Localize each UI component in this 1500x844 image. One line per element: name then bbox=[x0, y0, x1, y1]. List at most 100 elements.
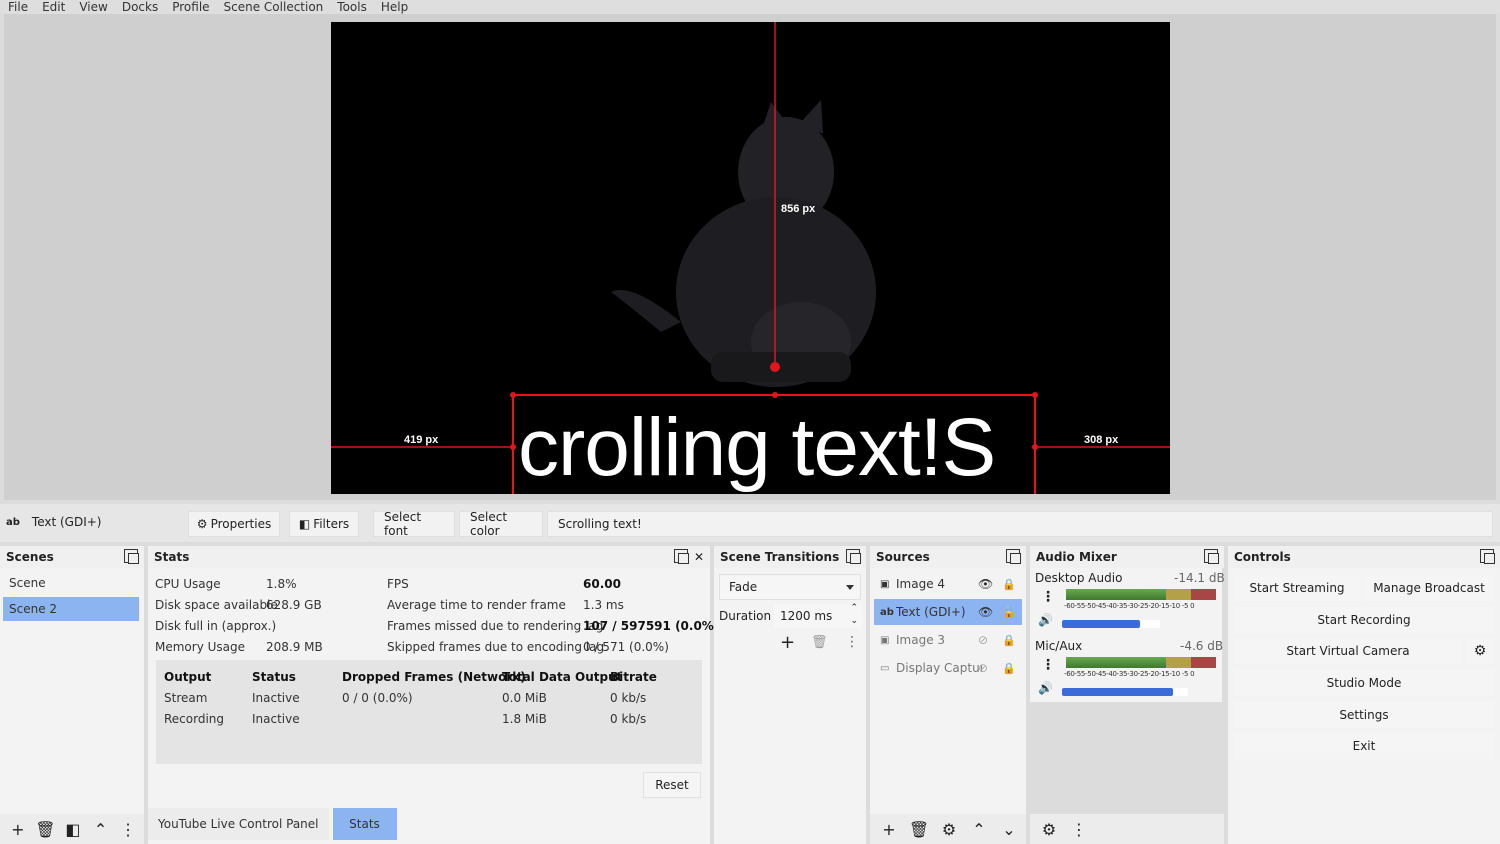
add-icon[interactable]: + bbox=[876, 817, 902, 841]
close-icon[interactable]: ✕ bbox=[694, 546, 704, 568]
more-icon[interactable]: ⋮ bbox=[116, 817, 140, 841]
menu-docks[interactable]: Docks bbox=[122, 0, 158, 14]
scenes-dock: Scenes Scene + 🗑 ◧ ⌃ ⋮ bbox=[0, 546, 144, 844]
eye-icon[interactable]: 👁 bbox=[978, 605, 993, 619]
settings-button[interactable]: Settings bbox=[1234, 702, 1494, 728]
menu-scene-collection[interactable]: Scene Collection bbox=[224, 0, 324, 14]
memory-value: 208.9 MB bbox=[266, 640, 323, 654]
tab-stats[interactable]: Stats bbox=[332, 808, 397, 840]
disk-value: 628.9 GB bbox=[266, 598, 322, 612]
level-meter bbox=[1066, 657, 1216, 668]
skipped-label: Skipped frames due to encoding lag bbox=[387, 640, 605, 654]
start-streaming-button[interactable]: Start Streaming bbox=[1234, 575, 1360, 601]
lock-icon[interactable]: 🔒 bbox=[1002, 578, 1016, 591]
menu-edit[interactable]: Edit bbox=[42, 0, 65, 14]
source-item[interactable]: ▣ Image 4 👁 🔒 bbox=[874, 571, 1022, 597]
undock-icon[interactable] bbox=[674, 549, 689, 564]
chevron-up-icon[interactable]: ⌃ bbox=[89, 817, 113, 841]
undock-icon[interactable] bbox=[1204, 549, 1219, 564]
text-input[interactable]: Scrolling text! bbox=[547, 511, 1493, 537]
menu-profile[interactable]: Profile bbox=[172, 0, 209, 14]
lock-icon[interactable]: 🔒 bbox=[1002, 606, 1016, 619]
menu-view[interactable]: View bbox=[79, 0, 107, 14]
properties-button[interactable]: ⚙ Properties bbox=[188, 511, 280, 537]
source-item[interactable]: ▣ Image 3 ⊘ 🔒 bbox=[874, 627, 1022, 653]
exit-button[interactable]: Exit bbox=[1234, 733, 1494, 759]
manage-broadcast-button[interactable]: Manage Broadcast bbox=[1364, 575, 1494, 601]
filters-button[interactable]: ◧ Filters bbox=[289, 511, 359, 537]
memory-label: Memory Usage bbox=[155, 640, 246, 654]
gears-icon[interactable]: ⚙ bbox=[1036, 817, 1062, 841]
duration-input[interactable]: 1200 ms ⌃ ⌄ bbox=[774, 602, 862, 628]
scrolling-text-source[interactable]: crolling text!S bbox=[518, 400, 1038, 494]
select-font-button[interactable]: Select font bbox=[373, 510, 455, 538]
add-icon[interactable]: + bbox=[6, 817, 30, 841]
trash-icon[interactable]: 🗑 bbox=[811, 635, 828, 650]
more-icon[interactable]: ⋮ bbox=[1041, 589, 1055, 605]
eye-icon[interactable]: 👁 bbox=[978, 577, 993, 591]
menu-bar: File Edit View Docks Profile Scene Colle… bbox=[0, 0, 1500, 14]
volume-slider[interactable] bbox=[1062, 688, 1188, 696]
spinner-icon[interactable]: ⌃ ⌄ bbox=[850, 602, 858, 628]
sources-footer: + 🗑 ⚙ ⌃ ⌄ bbox=[870, 814, 1026, 844]
preview-canvas[interactable]: crolling text!S 856 px 419 px 308 px bbox=[331, 22, 1170, 494]
audio-footer: ⚙ ⋮ bbox=[1030, 814, 1224, 844]
tab-youtube-live-control-panel[interactable]: YouTube Live Control Panel bbox=[148, 808, 329, 840]
reset-button[interactable]: Reset bbox=[643, 772, 701, 798]
eye-hidden-icon[interactable]: ⊘ bbox=[978, 661, 988, 675]
dropped-header: Dropped Frames (Network) bbox=[342, 670, 526, 684]
more-icon[interactable]: ⋮ bbox=[1066, 817, 1092, 841]
bitrate-header: Bitrate bbox=[610, 670, 657, 684]
lock-icon[interactable]: 🔒 bbox=[1002, 662, 1016, 675]
missed-value: 107 / 597591 (0.0%) bbox=[583, 619, 720, 633]
undock-icon[interactable] bbox=[1480, 549, 1495, 564]
undock-icon[interactable] bbox=[1006, 549, 1021, 564]
selected-source: ab Text (GDI+) bbox=[6, 515, 102, 529]
lock-icon[interactable]: 🔒 bbox=[1002, 634, 1016, 647]
source-name: Display Captur bbox=[896, 661, 982, 675]
trash-icon[interactable]: 🗑 bbox=[906, 817, 932, 841]
sources-title-text: Sources bbox=[876, 550, 930, 564]
more-icon[interactable]: ⋮ bbox=[845, 634, 859, 650]
table-cell: 0 kb/s bbox=[610, 691, 647, 705]
eye-hidden-icon[interactable]: ⊘ bbox=[978, 633, 988, 647]
volume-slider[interactable] bbox=[1062, 620, 1160, 628]
text-icon: ab bbox=[880, 606, 894, 618]
more-icon[interactable]: ⋮ bbox=[1041, 657, 1055, 673]
studio-mode-button[interactable]: Studio Mode bbox=[1234, 670, 1494, 696]
virtual-camera-settings-icon[interactable]: ⚙ bbox=[1466, 638, 1494, 664]
table-cell: Inactive bbox=[252, 691, 300, 705]
start-recording-button[interactable]: Start Recording bbox=[1234, 607, 1494, 633]
channel-db: -4.6 dB bbox=[1180, 639, 1224, 653]
fps-value: 60.00 bbox=[583, 577, 621, 591]
table-cell: Inactive bbox=[252, 712, 300, 726]
duration-value: 1200 ms bbox=[780, 609, 833, 623]
source-item-selected[interactable]: ab Text (GDI+) 👁 🔒 bbox=[874, 599, 1022, 625]
add-transition-icon[interactable]: + bbox=[780, 632, 795, 653]
source-item[interactable]: ▭ Display Captur ⊘ 🔒 bbox=[874, 655, 1022, 681]
menu-help[interactable]: Help bbox=[381, 0, 408, 14]
render-label: Average time to render frame bbox=[387, 598, 566, 612]
scenes-title: Scenes bbox=[0, 546, 144, 568]
undock-icon[interactable] bbox=[124, 549, 139, 564]
select-color-button[interactable]: Select color bbox=[459, 510, 543, 538]
start-virtual-camera-button[interactable]: Start Virtual Camera bbox=[1234, 638, 1462, 664]
chevron-up-icon[interactable]: ⌃ bbox=[966, 817, 992, 841]
sources-title: Sources bbox=[870, 546, 1026, 568]
gear-icon[interactable]: ⚙ bbox=[936, 817, 962, 841]
menu-tools[interactable]: Tools bbox=[337, 0, 367, 14]
scene-item[interactable]: Scene bbox=[3, 571, 139, 595]
chevron-down-icon[interactable]: ⌄ bbox=[996, 817, 1022, 841]
speaker-icon[interactable]: 🔊 bbox=[1038, 613, 1053, 627]
cpu-label: CPU Usage bbox=[155, 577, 221, 591]
undock-icon[interactable] bbox=[846, 549, 861, 564]
transition-select[interactable]: Fade bbox=[719, 574, 861, 600]
controls-title-text: Controls bbox=[1234, 550, 1291, 564]
channel-name: Mic/Aux bbox=[1035, 639, 1083, 653]
scene-item-selected[interactable]: Scene 2 bbox=[3, 597, 139, 621]
trash-icon[interactable]: 🗑 bbox=[34, 817, 58, 841]
menu-file[interactable]: File bbox=[8, 0, 28, 14]
speaker-icon[interactable]: 🔊 bbox=[1038, 681, 1053, 695]
filter-icon[interactable]: ◧ bbox=[61, 817, 85, 841]
meter-scale: -60-55-50-45-40-35-30-25-20-15-10 -5 0 bbox=[1064, 670, 1195, 678]
